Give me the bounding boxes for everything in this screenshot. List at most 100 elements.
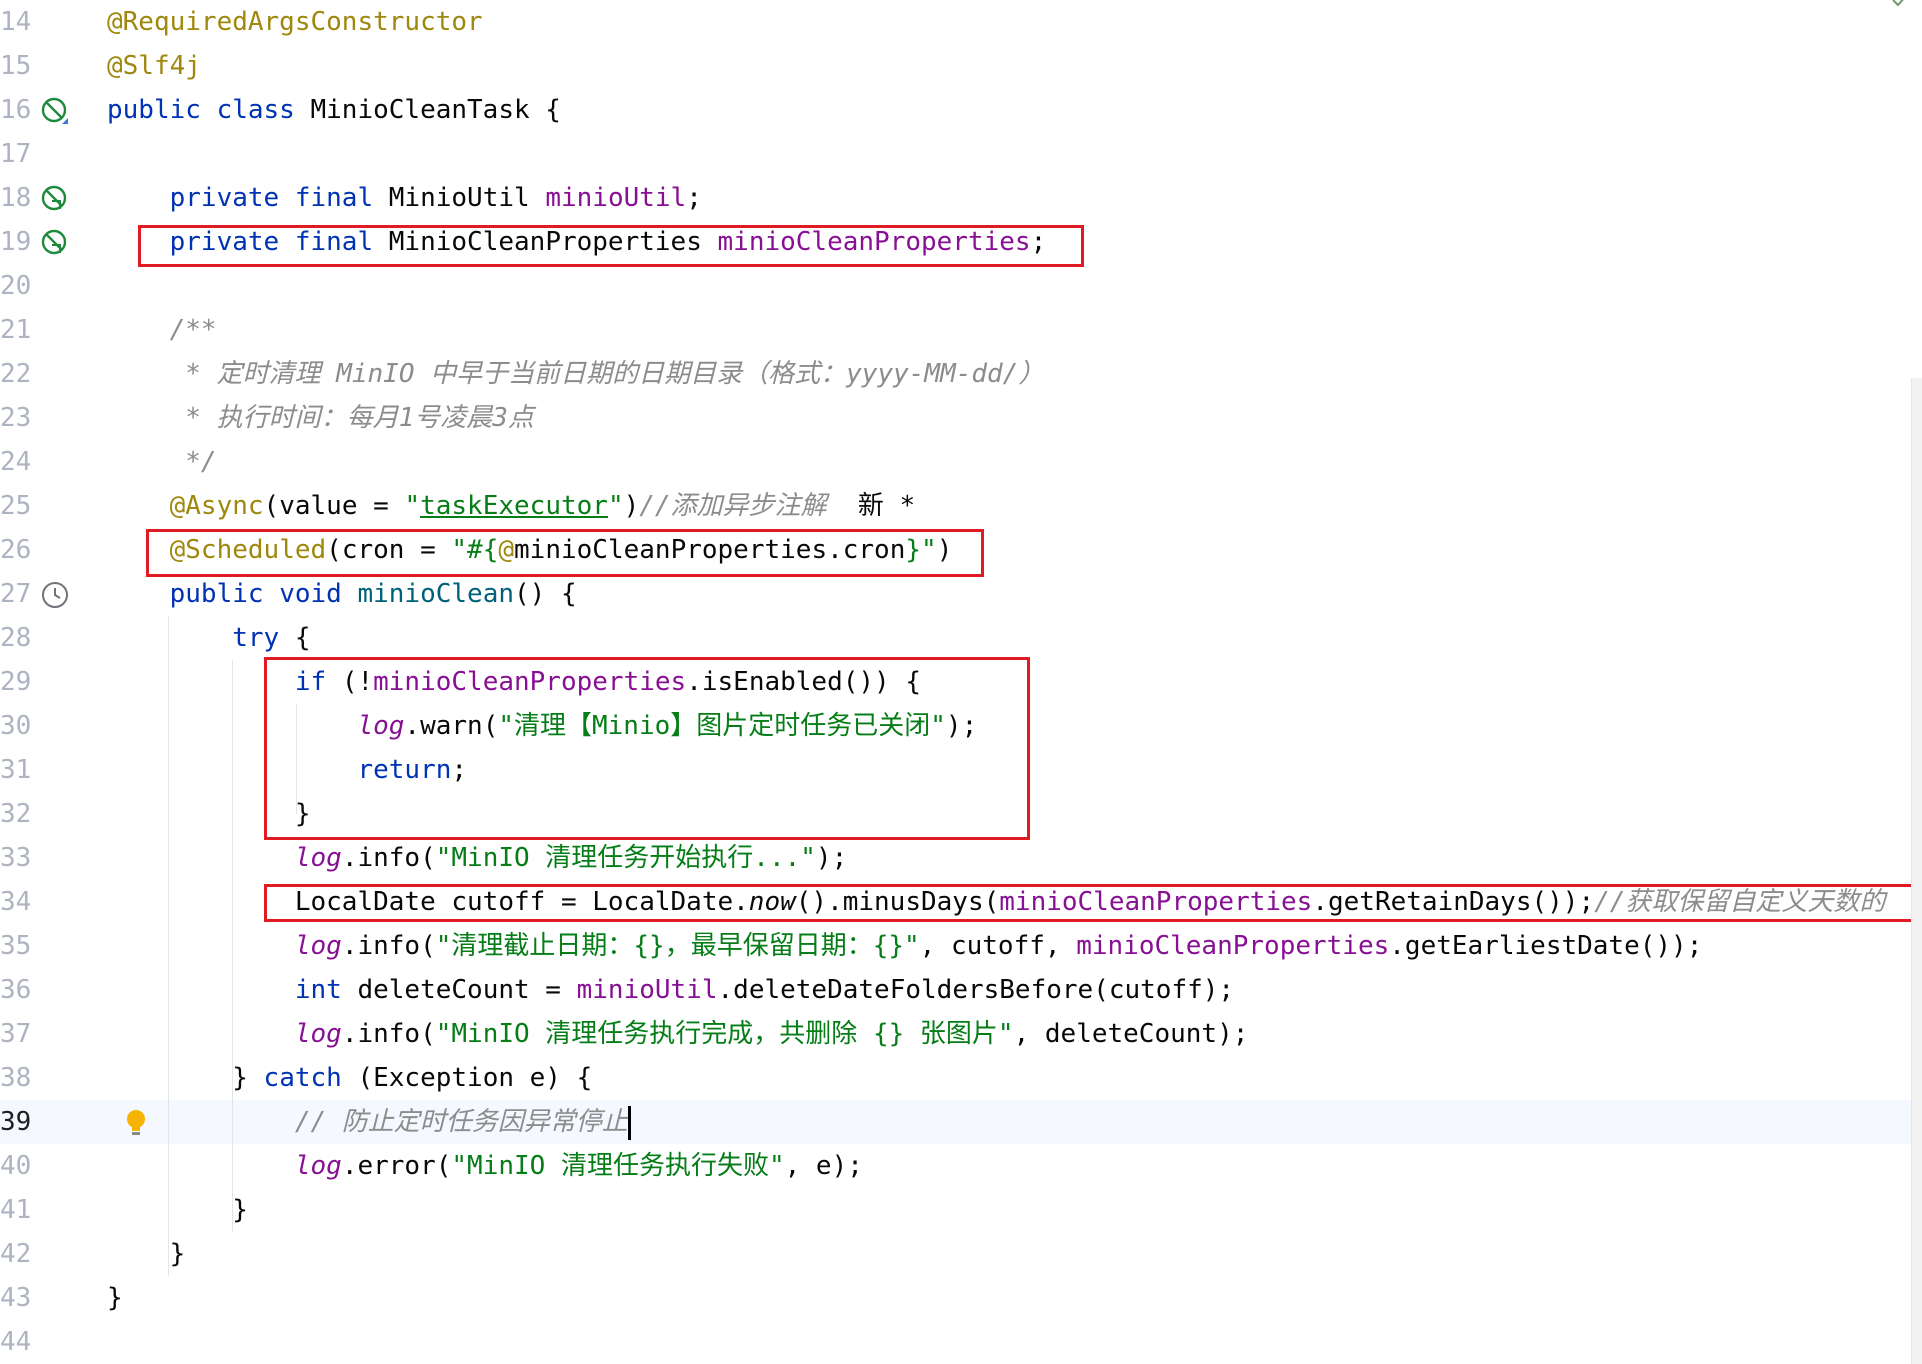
code-line[interactable]: 42 } bbox=[0, 1232, 1922, 1276]
code-token: ; bbox=[686, 183, 702, 213]
code-line[interactable]: 21 /** bbox=[0, 308, 1922, 352]
code-line[interactable]: 40 log.error("MinIO 清理任务执行失败", e); bbox=[0, 1144, 1922, 1188]
line-number[interactable]: 21 bbox=[0, 308, 31, 352]
line-number[interactable]: 20 bbox=[0, 264, 31, 308]
code-text[interactable]: try { bbox=[107, 616, 310, 660]
bean-injection-icon[interactable] bbox=[40, 184, 70, 214]
line-number[interactable]: 26 bbox=[0, 528, 31, 572]
line-number[interactable]: 34 bbox=[0, 880, 31, 924]
code-text[interactable]: @Slf4j bbox=[107, 44, 201, 88]
code-text[interactable]: // 防止定时任务因异常停止 bbox=[107, 1100, 631, 1144]
code-line[interactable]: 27 public void minioClean() { bbox=[0, 572, 1922, 616]
code-token: .info( bbox=[341, 843, 436, 873]
line-number[interactable]: 29 bbox=[0, 660, 31, 704]
code-token: @RequiredArgsConstructor bbox=[107, 7, 483, 37]
code-text[interactable]: log.info("MinIO 清理任务执行完成，共删除 {} 张图片", de… bbox=[107, 1012, 1249, 1056]
code-line[interactable]: 24 */ bbox=[0, 440, 1922, 484]
line-number[interactable]: 42 bbox=[0, 1232, 31, 1276]
code-token: public class bbox=[107, 95, 311, 125]
code-line[interactable]: 33 log.info("MinIO 清理任务开始执行..."); bbox=[0, 836, 1922, 880]
code-editor[interactable]: 14 @RequiredArgsConstructor 15 @Slf4j 16 publ… bbox=[0, 0, 1922, 1364]
code-line[interactable]: 25 @Async(value = "taskExecutor")//添加异步注… bbox=[0, 484, 1922, 528]
code-token: * 执行时间：每月1号凌晨3点 bbox=[107, 403, 534, 433]
code-text[interactable]: * 定时清理 MinIO 中早于当前日期的日期目录（格式：yyyy-MM-dd/… bbox=[107, 352, 1044, 396]
code-line[interactable]: 38 } catch (Exception e) { bbox=[0, 1056, 1922, 1100]
line-number[interactable]: 16 bbox=[0, 88, 31, 132]
line-number[interactable]: 35 bbox=[0, 924, 31, 968]
code-line[interactable]: 20 bbox=[0, 264, 1922, 308]
code-text[interactable]: public void minioClean() { bbox=[107, 572, 577, 616]
code-line[interactable]: 43} bbox=[0, 1276, 1922, 1320]
code-token: } bbox=[107, 1239, 186, 1269]
code-token: // 防止定时任务因异常停止 bbox=[107, 1107, 628, 1137]
code-text[interactable]: public class MinioCleanTask { bbox=[107, 88, 561, 132]
line-number[interactable]: 39 bbox=[0, 1100, 31, 1144]
code-line[interactable]: 28 try { bbox=[0, 616, 1922, 660]
code-line[interactable]: 15 @Slf4j bbox=[0, 44, 1922, 88]
code-line[interactable]: 18 private final MinioUtil minioUtil; bbox=[0, 176, 1922, 220]
line-number[interactable]: 17 bbox=[0, 132, 31, 176]
line-number[interactable]: 28 bbox=[0, 616, 31, 660]
code-text[interactable]: log.info("清理截止日期：{}，最早保留日期：{}", cutoff, … bbox=[107, 924, 1703, 968]
line-number[interactable]: 15 bbox=[0, 44, 31, 88]
line-number[interactable]: 33 bbox=[0, 836, 31, 880]
code-text[interactable]: @RequiredArgsConstructor bbox=[107, 0, 483, 44]
line-number[interactable]: 32 bbox=[0, 792, 31, 836]
vertical-scrollbar[interactable] bbox=[1911, 378, 1922, 1364]
code-line[interactable]: 14 @RequiredArgsConstructor bbox=[0, 0, 1922, 44]
code-text[interactable]: log.info("MinIO 清理任务开始执行..."); bbox=[107, 836, 847, 880]
code-line[interactable]: 17 bbox=[0, 132, 1922, 176]
line-number[interactable]: 18 bbox=[0, 176, 31, 220]
line-number[interactable]: 25 bbox=[0, 484, 31, 528]
code-line[interactable]: 36 int deleteCount = minioUtil.deleteDat… bbox=[0, 968, 1922, 1012]
line-number[interactable]: 22 bbox=[0, 352, 31, 396]
line-number[interactable]: 37 bbox=[0, 1012, 31, 1056]
highlight-box-scheduled-annotation bbox=[146, 529, 984, 577]
code-token: , e); bbox=[784, 1151, 863, 1181]
no-implementation-icon[interactable] bbox=[40, 96, 70, 126]
code-text[interactable]: * 执行时间：每月1号凌晨3点 bbox=[107, 396, 534, 440]
line-number[interactable]: 24 bbox=[0, 440, 31, 484]
line-number[interactable]: 27 bbox=[0, 572, 31, 616]
code-token: taskExecutor bbox=[420, 491, 608, 521]
indent-guide bbox=[168, 616, 169, 1276]
line-number[interactable]: 41 bbox=[0, 1188, 31, 1232]
code-token: @Slf4j bbox=[107, 51, 201, 81]
code-line[interactable]: 44 bbox=[0, 1320, 1922, 1364]
code-line[interactable]: 41 } bbox=[0, 1188, 1922, 1232]
code-token: (Exception e) { bbox=[357, 1063, 593, 1093]
code-line[interactable]: 23 * 执行时间：每月1号凌晨3点 bbox=[0, 396, 1922, 440]
line-number[interactable]: 30 bbox=[0, 704, 31, 748]
line-number[interactable]: 36 bbox=[0, 968, 31, 1012]
code-line[interactable]: 39 // 防止定时任务因异常停止 bbox=[0, 1100, 1922, 1144]
code-line[interactable]: 16 public class MinioCleanTask { bbox=[0, 88, 1922, 132]
code-line[interactable]: 22 * 定时清理 MinIO 中早于当前日期的日期目录（格式：yyyy-MM-… bbox=[0, 352, 1922, 396]
code-text[interactable]: private final MinioUtil minioUtil; bbox=[107, 176, 702, 220]
code-text[interactable]: } bbox=[107, 1276, 123, 1320]
code-text[interactable]: } catch (Exception e) { bbox=[107, 1056, 592, 1100]
line-number[interactable]: 43 bbox=[0, 1276, 31, 1320]
code-line[interactable]: 35 log.info("清理截止日期：{}，最早保留日期：{}", cutof… bbox=[0, 924, 1922, 968]
code-line[interactable]: 37 log.info("MinIO 清理任务执行完成，共删除 {} 张图片",… bbox=[0, 1012, 1922, 1056]
line-number[interactable]: 23 bbox=[0, 396, 31, 440]
line-number[interactable]: 14 bbox=[0, 0, 31, 44]
code-text[interactable]: log.error("MinIO 清理任务执行失败", e); bbox=[107, 1144, 863, 1188]
line-number[interactable]: 31 bbox=[0, 748, 31, 792]
code-token: ) bbox=[623, 491, 640, 521]
code-token: MinioUtil bbox=[388, 183, 546, 213]
code-text[interactable]: } bbox=[107, 1232, 186, 1276]
code-token: catch bbox=[263, 1063, 358, 1093]
code-token: .info( bbox=[341, 1019, 436, 1049]
line-number[interactable]: 19 bbox=[0, 220, 31, 264]
scheduled-clock-icon[interactable] bbox=[40, 580, 70, 610]
code-text[interactable]: */ bbox=[107, 440, 216, 484]
bean-injection-icon[interactable] bbox=[40, 228, 70, 258]
code-text[interactable]: int deleteCount = minioUtil.deleteDateFo… bbox=[107, 968, 1234, 1012]
code-text[interactable]: } bbox=[107, 1188, 248, 1232]
line-number[interactable]: 44 bbox=[0, 1320, 31, 1364]
code-text[interactable]: /** bbox=[107, 308, 217, 352]
line-number[interactable]: 40 bbox=[0, 1144, 31, 1188]
code-token: MinioCleanTask { bbox=[310, 95, 561, 125]
line-number[interactable]: 38 bbox=[0, 1056, 31, 1100]
code-text[interactable]: @Async(value = "taskExecutor")//添加异步注解 新… bbox=[107, 484, 916, 528]
